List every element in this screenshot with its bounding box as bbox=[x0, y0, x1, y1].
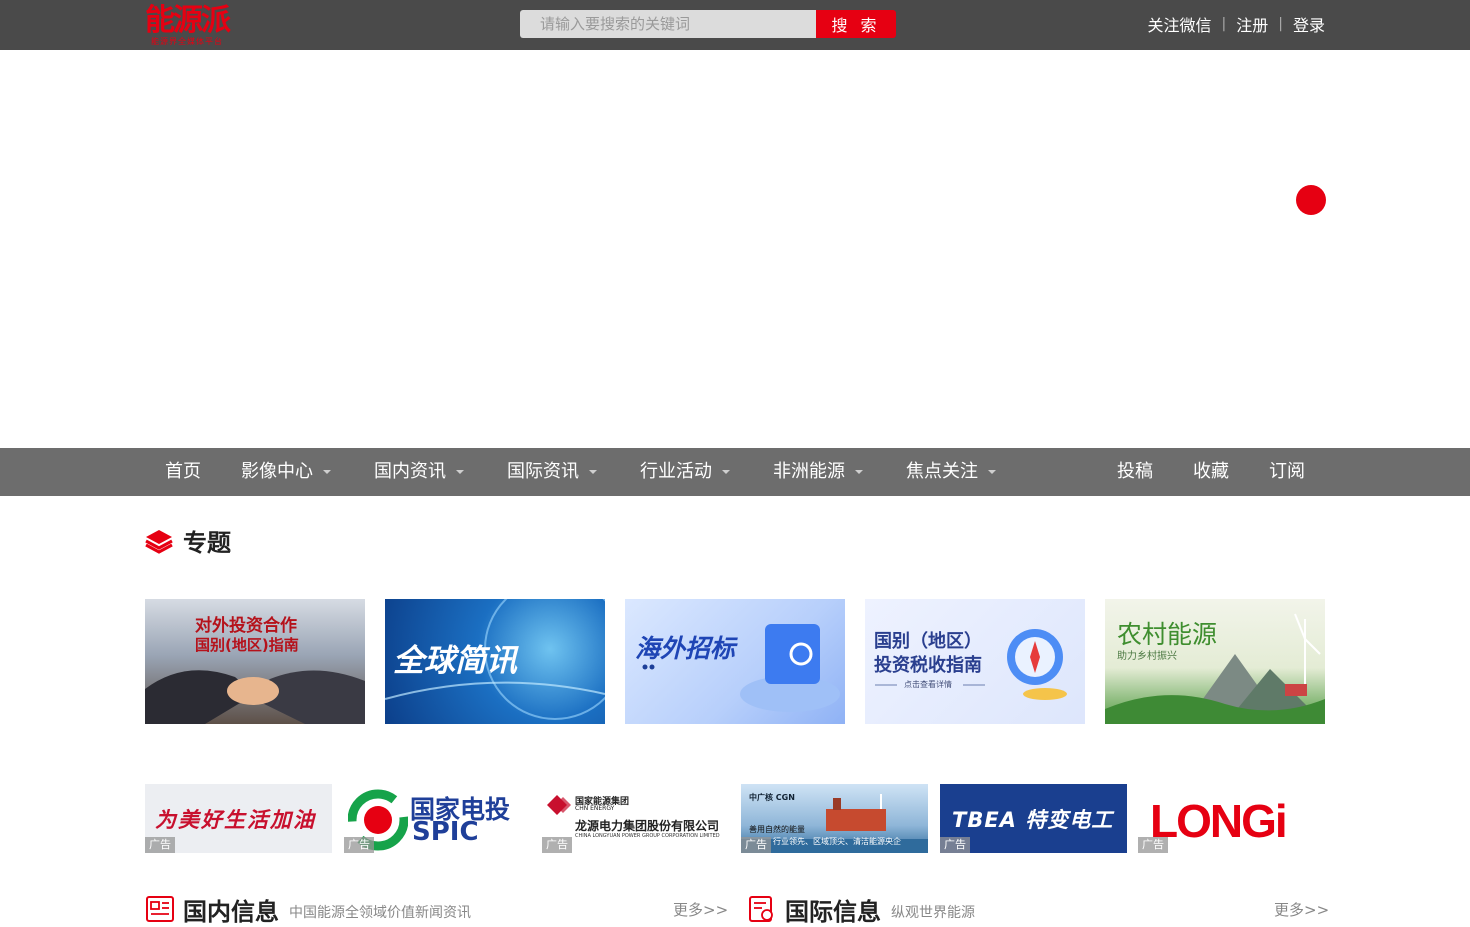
chn-energy-logo-icon bbox=[547, 795, 571, 815]
follow-wechat-link[interactable]: 关注微信 bbox=[1148, 12, 1212, 36]
nav-item-focus[interactable]: 焦点关注 bbox=[906, 448, 996, 496]
topics-header: 专题 bbox=[145, 522, 231, 558]
top-links: 关注微信 | 注册 | 登录 bbox=[1148, 12, 1325, 36]
nav-item-video[interactable]: 影像中心 bbox=[241, 448, 331, 496]
layers-icon bbox=[145, 530, 173, 554]
ad-tag: 广告 bbox=[344, 837, 374, 853]
chevron-down-icon bbox=[988, 470, 996, 474]
nav-label: 影像中心 bbox=[241, 461, 313, 482]
card-subtitle: 国别(地区)指南 bbox=[195, 636, 299, 654]
card-title: 对外投资合作 bbox=[195, 616, 297, 636]
chevron-down-icon bbox=[855, 470, 863, 474]
topic-card-rural-energy[interactable]: 农村能源 助力乡村振兴 bbox=[1105, 599, 1325, 724]
international-info-header: 国际信息 纵观世界能源 bbox=[747, 893, 975, 926]
ad-spic[interactable]: 国家电投 SPIC 广告 bbox=[344, 784, 531, 853]
nav-item-favorite[interactable]: 收藏 bbox=[1193, 448, 1229, 496]
ad-sinopec[interactable]: 为美好生活加油 广告 bbox=[145, 784, 332, 853]
card-subtitle: 投资税收指南 bbox=[874, 655, 982, 676]
chevron-down-icon bbox=[456, 470, 464, 474]
register-link[interactable]: 注册 bbox=[1236, 12, 1268, 36]
nav-label: 国际资讯 bbox=[507, 461, 579, 482]
topic-card-investment-guide[interactable]: 对外投资合作 国别(地区)指南 bbox=[145, 599, 365, 724]
search-input[interactable] bbox=[520, 10, 816, 38]
ad-longi[interactable]: LONGi 广告 bbox=[1138, 784, 1325, 853]
ad-text: 龙源电力集团股份有限公司 bbox=[575, 819, 720, 833]
topic-card-tax-guide[interactable]: 国别（地区） 投资税收指南 点击查看详情 bbox=[865, 599, 1085, 724]
card-title: 农村能源 bbox=[1117, 620, 1218, 649]
document-edit-icon bbox=[749, 896, 773, 922]
card-title: 全球简讯 bbox=[393, 643, 517, 679]
ad-cgn[interactable]: 中广核 CGN 善用自然的能量 行业领先、区域顶尖、清洁能源央企 广告 bbox=[741, 784, 928, 853]
ad-tag: 广告 bbox=[542, 837, 572, 853]
domestic-info-header: 国内信息 中国能源全领域价值新闻资讯 bbox=[145, 893, 471, 926]
section-subtitle: 纵观世界能源 bbox=[891, 905, 975, 921]
card-subtitle: 助力乡村振兴 bbox=[1117, 651, 1177, 662]
nav-label: 行业活动 bbox=[640, 461, 712, 482]
ad-tag: 广告 bbox=[940, 837, 970, 853]
section-subtitle: 中国能源全领域价值新闻资讯 bbox=[289, 905, 471, 921]
separator: | bbox=[1221, 16, 1227, 32]
nav-item-events[interactable]: 行业活动 bbox=[640, 448, 730, 496]
ad-text: TBEA 特变电工 bbox=[952, 808, 1114, 832]
ad-tag: 广告 bbox=[145, 837, 175, 853]
ad-text: LONGi bbox=[1150, 795, 1288, 847]
nav-label: 首页 bbox=[165, 461, 201, 482]
section-title: 国际信息 bbox=[785, 897, 881, 926]
nav-item-domestic[interactable]: 国内资讯 bbox=[374, 448, 464, 496]
nav-item-home[interactable]: 首页 bbox=[165, 448, 201, 496]
nav-label: 国内资讯 bbox=[374, 461, 446, 482]
newspaper-icon bbox=[146, 896, 174, 922]
ad-text: 中广核 CGN bbox=[749, 793, 795, 802]
nav-item-international[interactable]: 国际资讯 bbox=[507, 448, 597, 496]
logo-text: 能源派 bbox=[145, 3, 231, 38]
main-nav: 首页 影像中心 国内资讯 国际资讯 行业活动 非洲能源 焦点关注 投稿 收藏 订… bbox=[0, 448, 1470, 496]
ad-text: 为美好生活加油 bbox=[155, 807, 316, 832]
section-title: 国内信息 bbox=[183, 897, 279, 926]
topic-card-overseas-tender[interactable]: 海外招标 bbox=[625, 599, 845, 724]
chevron-down-icon bbox=[323, 470, 331, 474]
login-link[interactable]: 登录 bbox=[1293, 12, 1325, 36]
section-title: 专题 bbox=[183, 528, 231, 557]
nav-item-submit[interactable]: 投稿 bbox=[1117, 448, 1153, 496]
search-button[interactable]: 搜 索 bbox=[816, 10, 896, 38]
ad-subtext: SPIC bbox=[412, 817, 479, 847]
ad-line1: 善用自然的能量 bbox=[749, 825, 805, 834]
logo-subtitle: 能源界全媒体平台 bbox=[151, 37, 223, 46]
ad-tag: 广告 bbox=[741, 837, 771, 853]
card-title: 国别（地区） bbox=[874, 631, 982, 652]
ad-tag: 广告 bbox=[1138, 837, 1168, 853]
top-bar: 能源派 能源界全媒体平台 搜 索 关注微信 | 注册 | 登录 bbox=[0, 0, 1470, 50]
ad-top-en: CHN ENERGY bbox=[575, 805, 615, 812]
separator: | bbox=[1278, 16, 1283, 32]
ad-tbea[interactable]: TBEA 特变电工 广告 bbox=[940, 784, 1127, 853]
nav-item-subscribe[interactable]: 订阅 bbox=[1269, 448, 1305, 496]
ad-longyuan[interactable]: 国家能源集团 CHN ENERGY 龙源电力集团股份有限公司 CHINA LON… bbox=[542, 784, 729, 853]
nav-item-africa[interactable]: 非洲能源 bbox=[773, 448, 863, 496]
chevron-down-icon bbox=[589, 470, 597, 474]
nav-label: 焦点关注 bbox=[906, 461, 978, 482]
ad-line2: 行业领先、区域顶尖、清洁能源央企 bbox=[773, 837, 901, 846]
carousel-indicator-dot[interactable] bbox=[1296, 185, 1326, 215]
nav-label: 非洲能源 bbox=[773, 461, 845, 482]
topic-card-global-news[interactable]: 全球简讯 bbox=[385, 599, 605, 724]
chevron-down-icon bbox=[722, 470, 730, 474]
domestic-more-link[interactable]: 更多>> bbox=[673, 899, 728, 920]
site-logo[interactable]: 能源派 能源界全媒体平台 bbox=[145, 3, 257, 47]
card-caption: 点击查看详情 bbox=[904, 680, 952, 689]
international-more-link[interactable]: 更多>> bbox=[1274, 899, 1329, 920]
card-title: 海外招标 bbox=[635, 634, 736, 663]
hero-banner bbox=[0, 50, 1470, 448]
ad-en: CHINA LONGYUAN POWER GROUP CORPORATION L… bbox=[575, 833, 720, 839]
